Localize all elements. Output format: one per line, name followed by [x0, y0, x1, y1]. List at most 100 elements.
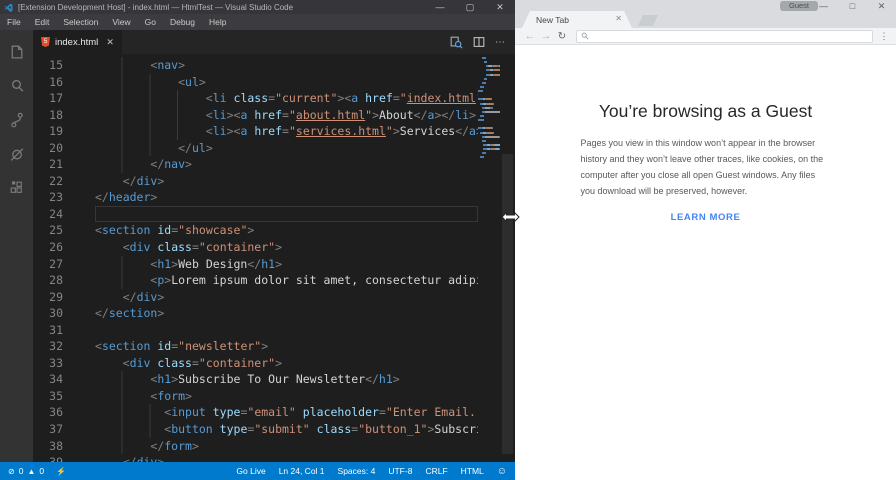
- line-number: 21: [49, 157, 63, 172]
- editor-scrollbar[interactable]: [500, 54, 515, 462]
- code-line[interactable]: 18 <li><a href="about.html">About</a></l…: [33, 106, 478, 124]
- code-line[interactable]: 38 </form>: [33, 437, 478, 455]
- feedback-smiley-icon[interactable]: ☺: [497, 466, 507, 477]
- line-number: 17: [49, 91, 63, 106]
- activity-bar: [0, 30, 33, 462]
- open-preview-icon[interactable]: [449, 35, 463, 49]
- browser-minimize-button[interactable]: —: [809, 0, 838, 12]
- line-number: 38: [49, 438, 63, 453]
- status-utf-8[interactable]: UTF-8: [388, 466, 412, 476]
- browser-tab-strip: New Tab ✕: [515, 11, 896, 28]
- forward-icon[interactable]: →: [538, 30, 554, 42]
- status-go-live[interactable]: Go Live: [236, 466, 265, 476]
- line-number: 22: [49, 173, 63, 188]
- tab-index-html[interactable]: 5 index.html ✕: [33, 30, 122, 54]
- new-tab-button[interactable]: [638, 15, 658, 26]
- code-lines[interactable]: 15 <nav> 16 <ul> 17 <li class="current"><a…: [33, 57, 478, 462]
- search-icon[interactable]: [0, 68, 33, 102]
- debug-icon[interactable]: [0, 136, 33, 170]
- back-icon[interactable]: ←: [522, 30, 538, 42]
- menu-go[interactable]: Go: [138, 14, 163, 30]
- code-line[interactable]: 29 </div>: [33, 288, 478, 306]
- reload-icon[interactable]: ↻: [554, 31, 570, 42]
- code-line[interactable]: 31: [33, 322, 478, 339]
- explorer-icon[interactable]: [0, 34, 33, 68]
- search-icon: [581, 32, 589, 40]
- code-line[interactable]: 35 <form>: [33, 387, 478, 405]
- code-line[interactable]: 30 </section>: [33, 305, 478, 322]
- line-number: 32: [49, 339, 63, 354]
- ew-resize-cursor: [501, 211, 520, 223]
- line-number: 20: [49, 140, 63, 155]
- code-line[interactable]: 32 <section id="newsletter">: [33, 338, 478, 355]
- code-line[interactable]: 39 </div>: [33, 454, 478, 462]
- html5-file-icon: 5: [41, 37, 50, 47]
- browser-toolbar: ← → ↻ ⋮: [515, 28, 896, 45]
- code-line[interactable]: 27 <h1>Web Design</h1>: [33, 255, 478, 273]
- more-actions-icon[interactable]: ⋯: [495, 37, 506, 48]
- menu-view[interactable]: View: [105, 14, 137, 30]
- browser-frame: Guest — □ ✕: [515, 0, 896, 11]
- status-html[interactable]: HTML: [461, 466, 484, 476]
- line-number: 27: [49, 256, 63, 271]
- code-line[interactable]: 37 <button type="submit" class="button_1…: [33, 421, 478, 438]
- source-control-icon[interactable]: [0, 102, 33, 136]
- browser-maximize-button[interactable]: □: [838, 0, 867, 12]
- code-line[interactable]: 26 <div class="container">: [33, 239, 478, 256]
- scrollbar-thumb[interactable]: [502, 154, 513, 454]
- vscode-maximize-button[interactable]: ▢: [455, 0, 485, 14]
- lightning-icon[interactable]: ⚡: [56, 467, 66, 476]
- code-line[interactable]: 36 <input type="email" placeholder="Ente…: [33, 404, 478, 422]
- browser-tab-new-tab[interactable]: New Tab ✕: [522, 11, 632, 28]
- address-bar[interactable]: [576, 29, 873, 43]
- menu-selection[interactable]: Selection: [56, 14, 105, 30]
- errors-count[interactable]: 0: [19, 466, 24, 476]
- vscode-close-button[interactable]: ✕: [485, 0, 515, 14]
- code-line[interactable]: 17 <li class="current"><a href="index.ht…: [33, 90, 478, 107]
- menu-edit[interactable]: Edit: [28, 14, 57, 30]
- window-title: [Extension Development Host] - index.htm…: [18, 2, 294, 12]
- line-number: 30: [49, 306, 63, 321]
- code-line[interactable]: 15 <nav>: [33, 57, 478, 74]
- status-ln-24-col-1[interactable]: Ln 24, Col 1: [279, 466, 325, 476]
- code-line[interactable]: 24: [33, 206, 478, 223]
- line-number: 24: [49, 206, 63, 221]
- line-number: 23: [49, 190, 63, 205]
- vscode-window: [Extension Development Host] - index.htm…: [0, 0, 515, 480]
- menu-debug[interactable]: Debug: [163, 14, 202, 30]
- code-editor[interactable]: 15 <nav> 16 <ul> 17 <li class="current"><a…: [33, 54, 515, 462]
- learn-more-link[interactable]: LEARN MORE: [515, 212, 896, 223]
- code-line[interactable]: 25 <section id="showcase">: [33, 222, 478, 239]
- code-line[interactable]: 16 <ul>: [33, 73, 478, 91]
- browser-menu-icon[interactable]: ⋮: [879, 31, 889, 42]
- code-line[interactable]: 22 </div>: [33, 172, 478, 190]
- line-number: 39: [33, 454, 63, 462]
- code-line[interactable]: 23 </header>: [33, 189, 478, 206]
- split-editor-icon[interactable]: [472, 35, 486, 49]
- menu-file[interactable]: File: [0, 14, 28, 30]
- minimap[interactable]: [478, 57, 500, 462]
- tab-close-icon[interactable]: ✕: [103, 37, 114, 48]
- line-number: 18: [49, 107, 63, 122]
- browser-close-button[interactable]: ✕: [867, 0, 896, 12]
- code-line[interactable]: 33 <div class="container">: [33, 354, 478, 372]
- code-line[interactable]: 20 </ul>: [33, 139, 478, 157]
- guest-page-title: You’re browsing as a Guest: [598, 101, 813, 121]
- warnings-count[interactable]: 0: [39, 466, 44, 476]
- extensions-icon[interactable]: [0, 170, 33, 204]
- menu-help[interactable]: Help: [202, 14, 233, 30]
- code-line[interactable]: 34 <h1>Subscribe To Our Newsletter</h1>: [33, 371, 478, 388]
- line-number: 25: [49, 223, 63, 238]
- guest-page: You’re browsing as a Guest Pages you vie…: [515, 45, 896, 480]
- code-line[interactable]: 21 </nav>: [33, 156, 478, 173]
- warnings-icon[interactable]: ▲: [27, 467, 35, 476]
- status-spaces-4[interactable]: Spaces: 4: [338, 466, 376, 476]
- line-number: 34: [49, 372, 63, 387]
- errors-icon[interactable]: ⊘: [8, 467, 15, 476]
- screen: [Extension Development Host] - index.htm…: [0, 0, 896, 480]
- browser-tab-close-icon[interactable]: ✕: [615, 14, 622, 23]
- vscode-minimize-button[interactable]: —: [425, 0, 455, 14]
- status-crlf[interactable]: CRLF: [425, 466, 447, 476]
- code-line[interactable]: 28 <p>Lorem ipsum dolor sit amet, consec…: [33, 272, 478, 289]
- code-line[interactable]: 19 <li><a href="services.html">Services<…: [33, 123, 478, 140]
